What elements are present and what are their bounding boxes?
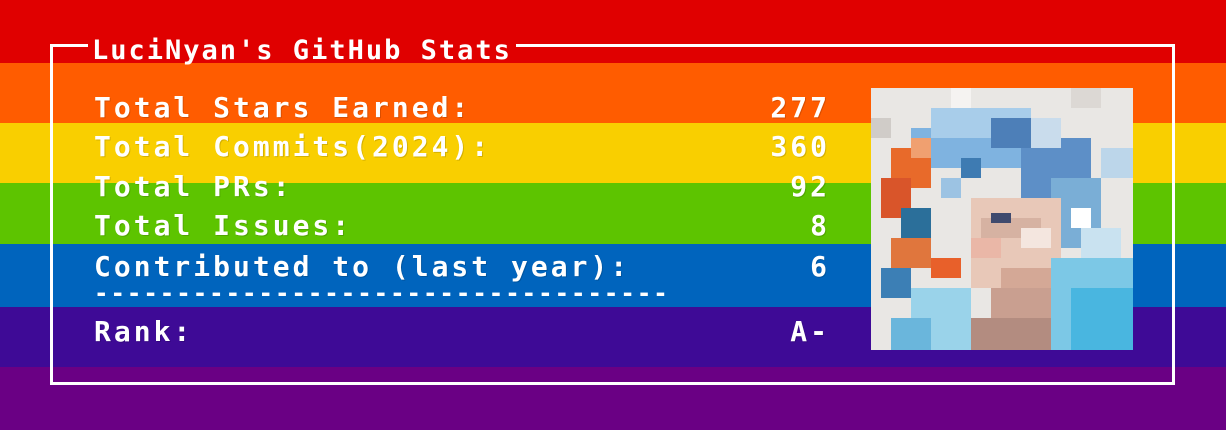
stat-value: 92 xyxy=(790,169,830,203)
stat-row-stars: Total Stars Earned: 277 xyxy=(94,89,830,125)
avatar xyxy=(871,88,1133,350)
stat-row-commits: Total Commits(2024): 360 xyxy=(94,128,830,164)
rank-value: A- xyxy=(790,314,830,348)
github-stats-card: LuciNyan's GitHub Stats Total Stars Earn… xyxy=(0,0,1226,430)
stat-value: 360 xyxy=(770,129,830,163)
stat-label: Total Stars Earned: xyxy=(94,90,472,124)
divider-line: ----------------------------------- xyxy=(94,288,670,302)
stat-value: 277 xyxy=(770,90,830,124)
card-title: LuciNyan's GitHub Stats xyxy=(88,34,516,68)
stat-label: Contributed to (last year): xyxy=(94,249,631,283)
stat-row-issues: Total Issues: 8 xyxy=(94,207,830,243)
stat-label: Total Issues: xyxy=(94,208,353,242)
stat-label: Total PRs: xyxy=(94,169,293,203)
stat-value: 6 xyxy=(810,249,830,283)
stat-value: 8 xyxy=(810,208,830,242)
rank-label: Rank: xyxy=(94,314,194,348)
stat-label: Total Commits(2024): xyxy=(94,129,492,163)
stat-row-prs: Total PRs: 92 xyxy=(94,168,830,204)
stat-row-rank: Rank: A- xyxy=(94,313,830,349)
stat-row-contributed: Contributed to (last year): 6 xyxy=(94,248,830,284)
pixelated-anime-girl-avatar-icon xyxy=(871,88,1133,350)
